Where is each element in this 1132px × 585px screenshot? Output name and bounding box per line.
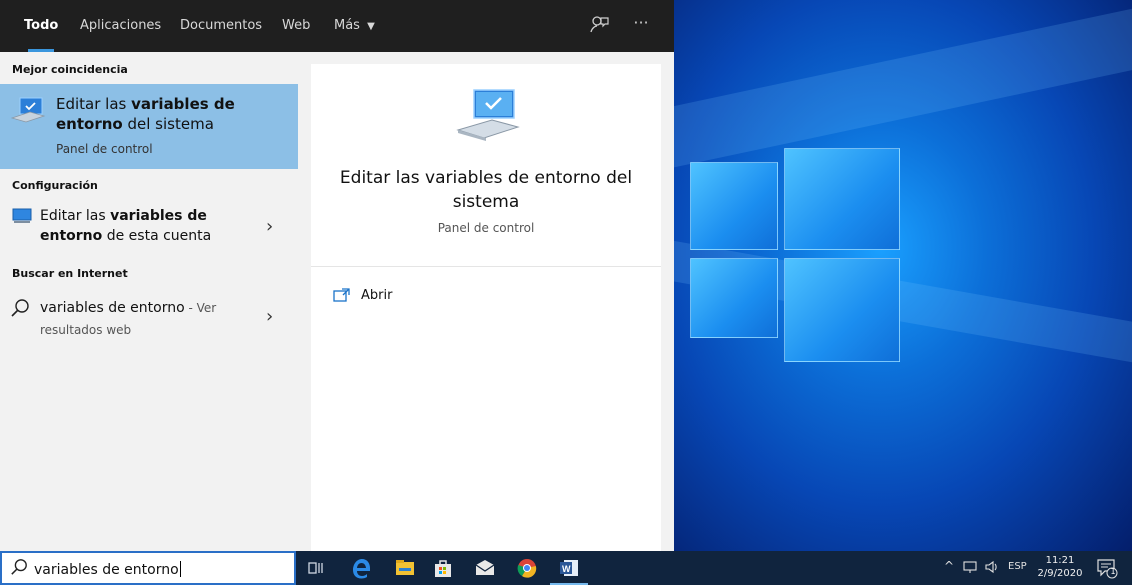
search-input-value: variables de entorno xyxy=(34,562,179,578)
language-indicator[interactable]: ESP xyxy=(1008,561,1027,572)
title-part-bold: variables de xyxy=(110,208,207,224)
chevron-right-icon[interactable]: › xyxy=(266,216,273,237)
results-list: Mejor coincidencia Editar las variables … xyxy=(0,52,298,551)
mail-icon[interactable] xyxy=(474,557,496,579)
caret-down-icon: ▼ xyxy=(367,21,375,32)
section-web: Buscar en Internet xyxy=(12,267,128,280)
more-options-icon[interactable]: ··· xyxy=(630,12,652,34)
chevron-right-icon[interactable]: › xyxy=(266,306,273,327)
preview-card: Editar las variables de entorno del sist… xyxy=(311,64,661,551)
notification-center-icon[interactable]: 1 xyxy=(1096,558,1118,584)
tab-aplicaciones[interactable]: Aplicaciones xyxy=(74,0,167,52)
word-icon[interactable]: W xyxy=(550,557,588,585)
store-icon[interactable] xyxy=(432,557,454,579)
best-match-title: Editar las variables de entorno del sist… xyxy=(56,94,276,134)
web-result-title: variables de entorno - Ver xyxy=(40,298,250,318)
taskbar-search-box[interactable]: variables de entorno xyxy=(0,551,296,585)
settings-result-title: Editar las variables de entorno de esta … xyxy=(40,206,250,246)
monitor-icon xyxy=(12,208,32,228)
open-action-label: Abrir xyxy=(361,288,393,303)
system-properties-icon xyxy=(10,96,46,132)
best-match-result[interactable]: Editar las variables de entorno del sist… xyxy=(0,84,298,169)
web-suffix: - Ver xyxy=(184,301,217,315)
title-part: Editar las xyxy=(56,95,132,113)
file-explorer-icon[interactable] xyxy=(394,557,416,579)
web-result[interactable]: variables de entorno - Ver resultados we… xyxy=(0,292,298,344)
task-view-icon[interactable] xyxy=(306,557,328,579)
settings-result[interactable]: Editar las variables de entorno de esta … xyxy=(0,202,298,254)
edge-icon[interactable] xyxy=(350,557,372,579)
search-input[interactable]: variables de entorno xyxy=(34,561,181,578)
search-flyout: Todo Aplicaciones Documentos Web Más ▼ ·… xyxy=(0,0,674,551)
search-icon xyxy=(10,298,30,322)
feedback-icon[interactable] xyxy=(588,14,610,36)
open-icon xyxy=(333,288,351,306)
preview-pane: Editar las variables de entorno del sist… xyxy=(298,52,674,551)
clock[interactable]: 11:21 2/9/2020 xyxy=(1036,554,1084,580)
notification-count: 1 xyxy=(1110,567,1116,576)
volume-icon[interactable] xyxy=(984,560,1000,577)
show-hidden-icons-icon[interactable]: ^ xyxy=(944,559,954,573)
svg-text:W: W xyxy=(562,564,571,574)
taskbar: variables de entorno W ^ ESP 11:21 2/9/2… xyxy=(0,551,1132,585)
text-caret xyxy=(179,561,181,577)
web-result-subtitle: resultados web xyxy=(40,323,132,337)
tab-mas-label: Más xyxy=(334,18,360,33)
title-part: de esta cuenta xyxy=(102,228,212,244)
preview-subtitle: Panel de control xyxy=(437,221,535,235)
title-part-bold: entorno xyxy=(40,228,103,244)
tab-documentos[interactable]: Documentos xyxy=(174,0,268,52)
web-query: variables de entorno xyxy=(40,300,185,316)
tab-mas[interactable]: Más ▼ xyxy=(328,0,381,52)
best-match-subtitle: Panel de control xyxy=(56,142,153,156)
preview-title: Editar las variables de entorno del sist… xyxy=(339,168,633,212)
divider xyxy=(311,266,661,267)
clock-date: 2/9/2020 xyxy=(1037,568,1083,579)
chrome-icon[interactable] xyxy=(516,557,538,579)
section-best-match: Mejor coincidencia xyxy=(12,63,128,76)
network-icon[interactable] xyxy=(962,560,978,577)
tab-todo[interactable]: Todo xyxy=(18,0,64,52)
desktop-wallpaper xyxy=(674,0,1132,551)
title-part: del sistema xyxy=(122,115,214,133)
title-part-bold: variables de xyxy=(131,95,235,113)
system-properties-icon xyxy=(456,88,520,148)
title-part: Editar las xyxy=(40,208,111,224)
clock-time: 11:21 xyxy=(1045,555,1075,566)
title-part-bold: entorno xyxy=(56,115,123,133)
section-settings: Configuración xyxy=(12,179,98,192)
search-scope-bar: Todo Aplicaciones Documentos Web Más ▼ ·… xyxy=(0,0,674,52)
tab-web[interactable]: Web xyxy=(276,0,316,52)
search-icon xyxy=(10,558,28,580)
